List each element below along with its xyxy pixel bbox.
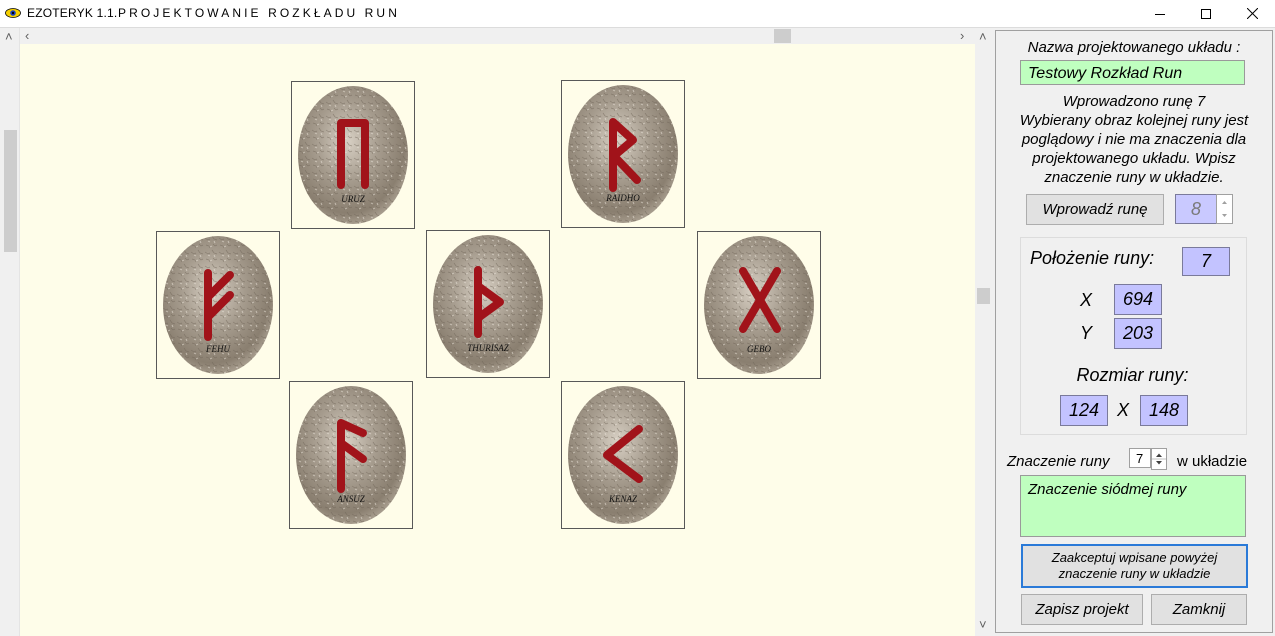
layout-name-input[interactable]: Testowy Rozkład Run	[1020, 60, 1245, 85]
close-button[interactable]: Zamknij	[1151, 594, 1247, 625]
info-line: Wprowadzono runę 7	[1062, 93, 1206, 110]
position-value: 7	[1182, 247, 1230, 276]
meaning-index-field[interactable]: 7	[1129, 448, 1151, 468]
spinner-arrows-icon	[1152, 453, 1166, 465]
size-label: Rozmiar runy:	[1076, 365, 1189, 385]
vertical-scroll-thumb[interactable]	[4, 130, 17, 252]
meaning-suffix-label: w układzie	[1177, 453, 1248, 470]
rune-label: KENAZ	[608, 494, 637, 504]
rune-label: GEBO	[747, 344, 771, 354]
stone-image	[568, 386, 678, 524]
scroll-left-arrow-icon[interactable]: ‹	[25, 29, 29, 43]
stone-image	[568, 85, 678, 223]
rune-card-thurisaz[interactable]: THURISAZ	[426, 230, 550, 378]
rune-card-gebo[interactable]: GEBO	[697, 231, 821, 379]
enter-rune-button[interactable]: Wprowadź runę	[1026, 194, 1164, 225]
size-height-value: 148	[1140, 395, 1188, 426]
scroll-down-arrow-icon[interactable]: ˅	[979, 618, 987, 632]
spinner-arrows-icon	[1222, 201, 1227, 217]
rune-label: ANSUZ	[337, 494, 365, 504]
vertical-scroll-thumb[interactable]	[977, 288, 990, 304]
close-window-button[interactable]	[1229, 0, 1275, 27]
right-vertical-scrollbar[interactable]: ˄ ˅	[975, 28, 992, 636]
y-label: Y	[1080, 323, 1093, 343]
minimize-icon	[1155, 13, 1165, 15]
meaning-index-spinner[interactable]	[1151, 448, 1167, 470]
app-name: EZOTERYK 1.1.	[27, 6, 118, 20]
left-vertical-scrollbar[interactable]: ˄	[0, 28, 20, 636]
stone-image	[704, 236, 814, 374]
x-label: X	[1080, 290, 1093, 310]
meaning-label: Znaczenie runy	[1007, 453, 1110, 470]
minimize-button[interactable]	[1137, 0, 1183, 27]
layout-canvas[interactable]: URUZ RAIDHO FEHU THURISAZ GEBO ANSUZ KEN…	[20, 44, 975, 636]
accept-meaning-button[interactable]: Zaakceptuj wpisane powyżej znaczenie run…	[1021, 544, 1248, 588]
window-title: PROJEKTOWANIE ROZKŁADU RUN	[118, 6, 400, 20]
rune-card-ansuz[interactable]: ANSUZ	[289, 381, 413, 529]
scroll-up-arrow-icon[interactable]: ˄	[979, 30, 987, 44]
maximize-icon	[1201, 8, 1211, 19]
rune-counter-spinner[interactable]	[1216, 194, 1233, 224]
stone-image	[296, 386, 406, 524]
layout-name-label: Nazwa projektowanego układu :	[1027, 39, 1241, 56]
app-eye-icon	[5, 8, 21, 18]
size-width-value: 124	[1060, 395, 1108, 426]
rune-label: THURISAZ	[467, 343, 509, 353]
maximize-button[interactable]	[1183, 0, 1229, 27]
rune-card-uruz[interactable]: URUZ	[291, 81, 415, 229]
x-value: 694	[1114, 284, 1162, 315]
rune-card-fehu[interactable]: FEHU	[156, 231, 280, 379]
rune-card-raidho[interactable]: RAIDHO	[561, 80, 685, 228]
close-icon	[1246, 8, 1258, 19]
y-value: 203	[1114, 318, 1162, 349]
horizontal-scrollbar[interactable]: ‹ ›	[20, 28, 975, 44]
rune-label: RAIDHO	[606, 193, 640, 203]
stone-image	[298, 86, 408, 224]
horizontal-scroll-thumb[interactable]	[774, 29, 791, 43]
rune-label: FEHU	[206, 344, 230, 354]
position-label: Położenie runy:	[1030, 248, 1155, 268]
save-project-button[interactable]: Zapisz projekt	[1021, 594, 1143, 625]
scroll-right-arrow-icon[interactable]: ›	[960, 29, 964, 43]
rune-label: URUZ	[341, 194, 365, 204]
info-text: Wybierany obraz kolejnej runy jest poglą…	[1019, 112, 1249, 186]
stone-image	[163, 236, 273, 374]
stone-image	[433, 235, 543, 373]
scroll-up-arrow-icon[interactable]: ˄	[5, 30, 13, 44]
meaning-textarea[interactable]: Znaczenie siódmej runy	[1020, 475, 1246, 537]
title-bar: EZOTERYK 1.1. PROJEKTOWANIE ROZKŁADU RUN	[0, 0, 1275, 28]
size-separator: X	[1117, 400, 1130, 420]
rune-card-kenaz[interactable]: KENAZ	[561, 381, 685, 529]
rune-counter-field: 8	[1175, 194, 1217, 224]
